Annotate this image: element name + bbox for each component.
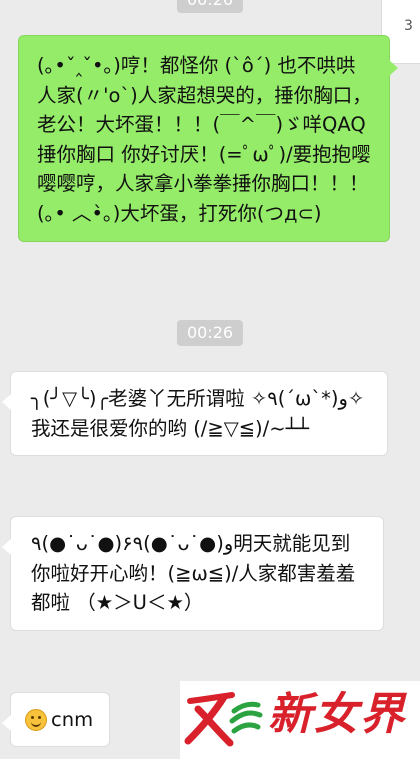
message-text: (｡•ˇ‸ˇ•｡)哼！都怪你 (`ô´) 也不哄哄人家(〃'o`)人家超想哭的，…: [37, 54, 372, 225]
watermark: 新女界: [180, 681, 420, 759]
chat-screen: 3 00:26 (｡•ˇ‸ˇ•｡)哼！都怪你 (`ô´) 也不哄哄人家(〃'o`…: [0, 0, 420, 759]
timestamp-middle: 00:26: [176, 320, 244, 346]
watermark-text: 新女界: [268, 689, 406, 740]
message-bubble-incoming[interactable]: cnm: [1, 692, 111, 747]
message-bubble-incoming[interactable]: ٩(●˙ᴗ˙●)۶٩(●˙ᴗ˙●)و明天就能见到你啦好开心哟！(≧ω≦)/人家都…: [2, 516, 384, 631]
side-card-text: 3: [404, 18, 413, 34]
xinnvjie-logo-icon: [184, 692, 263, 747]
message-bubble-incoming[interactable]: ╮(╯▽╰)╭老婆丫无所谓啦 ✧٩(ˊωˋ*)و✧我还是很爱你的哟 (/≧▽≦)…: [2, 371, 388, 456]
timestamp-top: 00:26: [176, 0, 244, 13]
smiley-emoji-icon: [25, 708, 47, 731]
message-text: ٩(●˙ᴗ˙●)۶٩(●˙ᴗ˙●)و明天就能见到你啦好开心哟！(≧ω≦)/人家都…: [31, 532, 356, 614]
message-text: ╮(╯▽╰)╭老婆丫无所谓啦 ✧٩(ˊωˋ*)و✧我还是很爱你的哟 (/≧▽≦)…: [31, 387, 365, 440]
message-bubble-outgoing[interactable]: (｡•ˇ‸ˇ•｡)哼！都怪你 (`ô´) 也不哄哄人家(〃'o`)人家超想哭的，…: [18, 35, 398, 242]
message-text: cnm: [51, 708, 94, 731]
